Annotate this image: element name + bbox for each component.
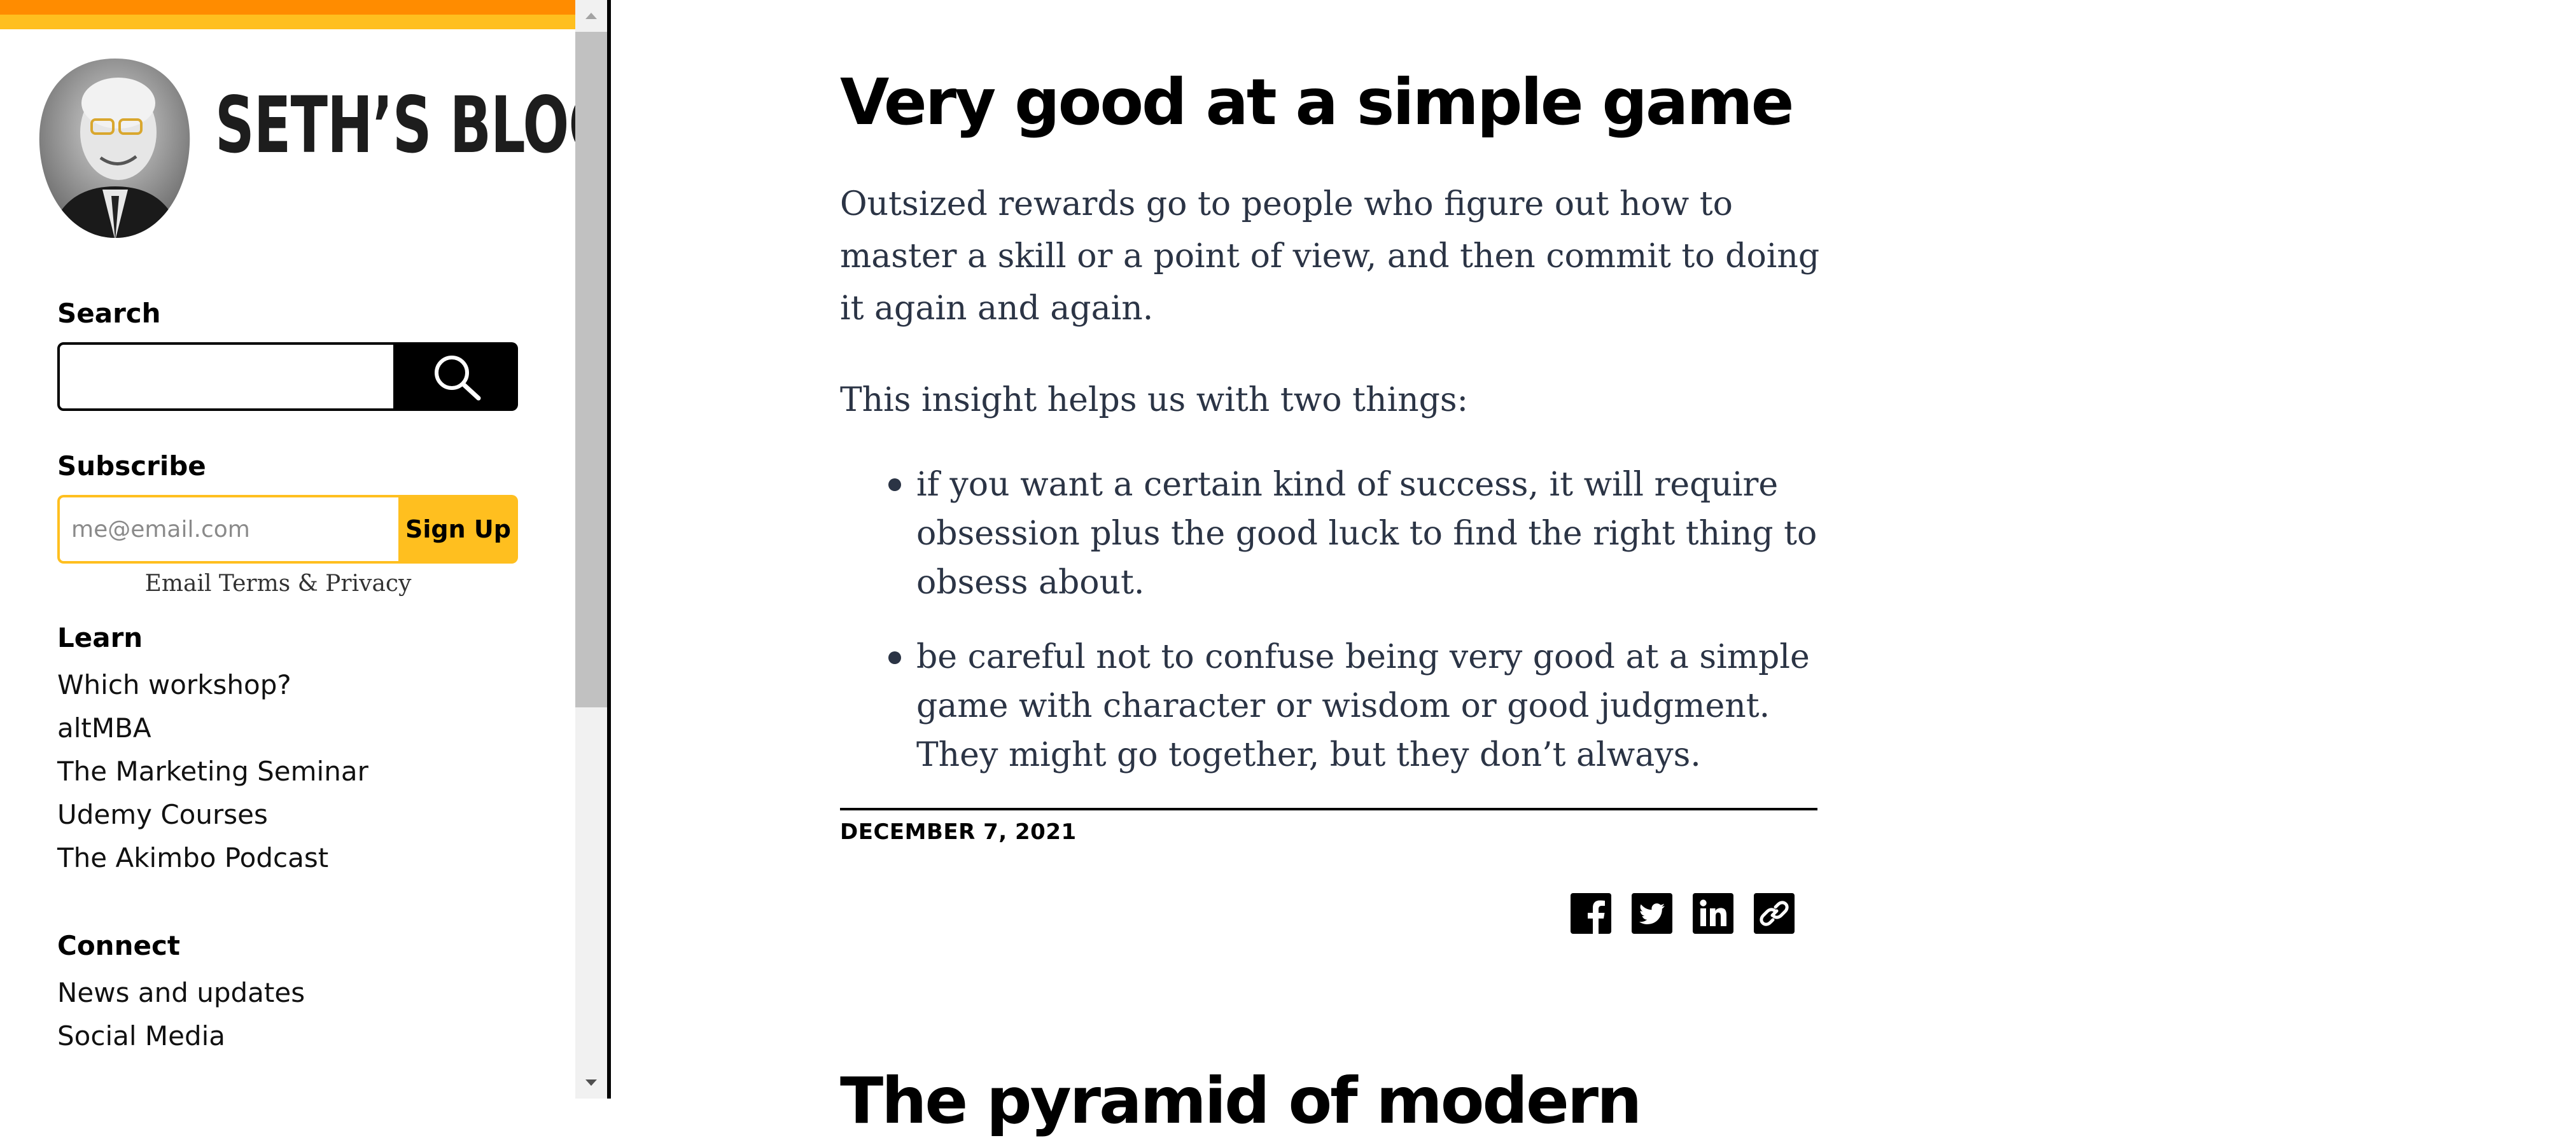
learn-heading: Learn — [57, 622, 143, 653]
email-terms-link[interactable]: Email Terms & Privacy — [57, 571, 499, 597]
post-title[interactable]: Very good at a simple game — [840, 67, 1794, 137]
post-paragraph: This insight helps us with two things: — [840, 381, 1469, 419]
bullet-marker — [888, 478, 901, 491]
sidebar-link-news-updates[interactable]: News and updates — [57, 977, 305, 1008]
sidebar-link-altmba[interactable]: altMBA — [57, 712, 151, 744]
post-divider — [840, 808, 1817, 810]
connect-heading: Connect — [57, 930, 180, 961]
post-date: DECEMBER 7, 2021 — [840, 819, 1077, 845]
list-item: if you want a certain kind of success, i… — [916, 466, 1817, 602]
email-placeholder: me@email.com — [71, 517, 250, 543]
subscribe-heading: Subscribe — [57, 450, 206, 482]
search-heading: Search — [57, 298, 161, 329]
post-paragraph: Outsized rewards go to people who figure… — [840, 185, 1820, 328]
header-stripe-yellow — [0, 15, 575, 29]
search-button[interactable] — [396, 342, 518, 411]
search-icon — [435, 356, 481, 401]
twitter-icon[interactable] — [1632, 893, 1672, 934]
search-input[interactable] — [57, 342, 396, 411]
scroll-up-arrow-icon[interactable] — [575, 0, 607, 32]
sidebar-divider — [607, 0, 611, 1099]
sidebar: SETH’S BLOG Search Subscribe me@email.co… — [0, 0, 575, 1099]
author-portrait[interactable] — [37, 56, 193, 240]
sign-up-button[interactable]: Sign Up — [398, 495, 518, 564]
sidebar-link-akimbo-podcast[interactable]: The Akimbo Podcast — [57, 842, 328, 873]
bullet-marker — [888, 651, 901, 664]
linkedin-icon[interactable] — [1693, 893, 1733, 934]
header-stripe-orange — [0, 0, 575, 15]
scroll-down-arrow-icon[interactable] — [575, 1067, 607, 1099]
email-field[interactable]: me@email.com — [57, 495, 398, 564]
link-icon[interactable] — [1754, 893, 1795, 934]
sidebar-link-marketing-seminar[interactable]: The Marketing Seminar — [57, 756, 368, 787]
scrollbar-thumb[interactable] — [575, 32, 607, 707]
blog-title[interactable]: SETH’S BLOG — [215, 87, 575, 164]
sidebar-link-which-workshop[interactable]: Which workshop? — [57, 669, 291, 700]
facebook-icon[interactable] — [1571, 893, 1611, 934]
sidebar-link-udemy-courses[interactable]: Udemy Courses — [57, 799, 268, 830]
next-post-title[interactable]: The pyramid of modern — [840, 1066, 1642, 1136]
sidebar-link-social-media[interactable]: Social Media — [57, 1020, 225, 1051]
list-item: be careful not to confuse being very goo… — [916, 638, 1810, 774]
